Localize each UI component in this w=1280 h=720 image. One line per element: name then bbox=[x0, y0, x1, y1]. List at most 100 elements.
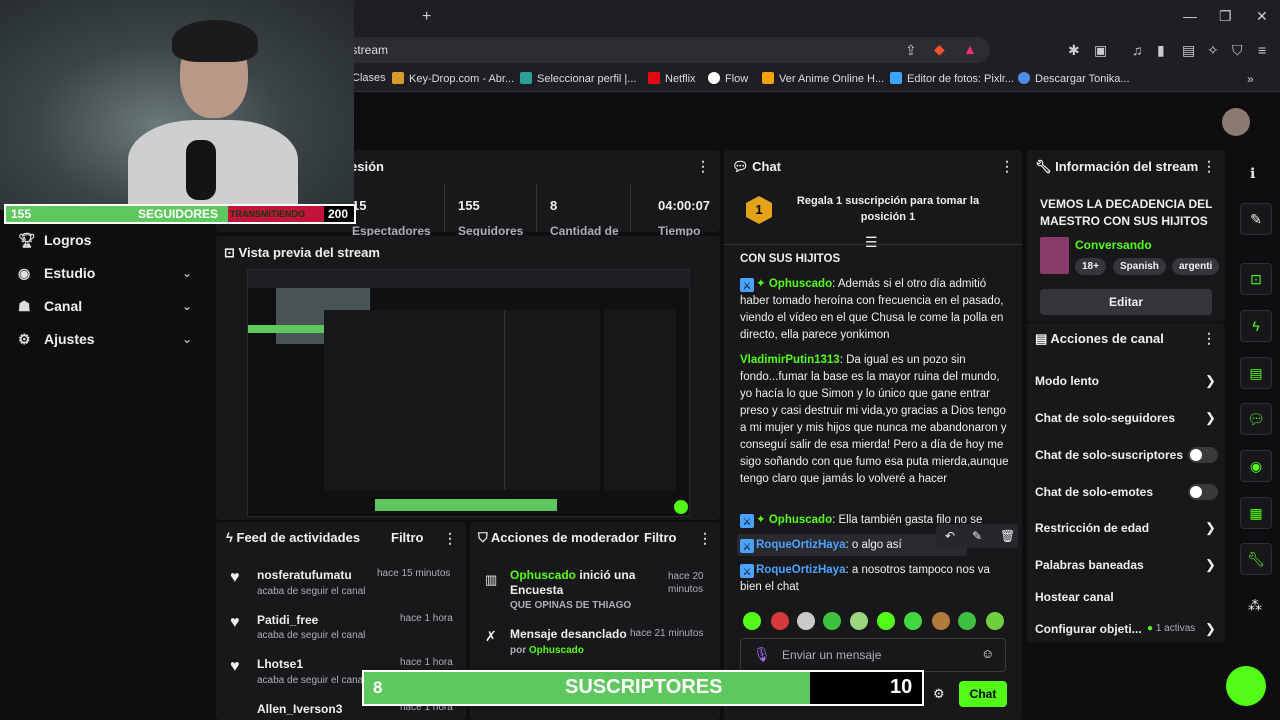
stream-category[interactable]: Conversando bbox=[1075, 238, 1152, 252]
emote-icon[interactable] bbox=[850, 612, 868, 630]
brave-shield-icon[interactable]: ◆ bbox=[934, 41, 945, 58]
support-button[interactable] bbox=[1226, 666, 1266, 706]
stream-preview[interactable] bbox=[247, 269, 690, 517]
age-restriction-row[interactable]: Restricción de edad bbox=[1035, 521, 1149, 535]
sidebar-icon[interactable]: ▮ bbox=[1157, 42, 1165, 59]
mod-user[interactable]: Ophuscado bbox=[510, 568, 576, 582]
bookmark-anime[interactable]: Ver Anime Online H... bbox=[762, 72, 884, 85]
emoji-icon[interactable]: ☺ bbox=[981, 646, 994, 661]
subs-only-toggle[interactable] bbox=[1188, 447, 1218, 463]
delete-icon[interactable]: 🗑︎ bbox=[1000, 529, 1015, 543]
slow-mode-row[interactable]: Modo lento bbox=[1035, 374, 1099, 388]
more-icon[interactable]: ⋮ bbox=[1000, 158, 1014, 175]
mod-detail-user[interactable]: Ophuscado bbox=[529, 645, 584, 656]
chat-icon[interactable]: 💬︎ bbox=[1240, 403, 1272, 435]
more-icon[interactable]: ⋮ bbox=[696, 158, 710, 175]
chat-user[interactable]: RoqueOrtizHaya bbox=[756, 564, 845, 576]
emote-icon[interactable] bbox=[958, 612, 976, 630]
pin-icon[interactable]: ✎ bbox=[972, 529, 982, 543]
feed-filter-button[interactable]: Filtro bbox=[391, 530, 424, 545]
bookmark-keydrop[interactable]: Key-Drop.com - Abr... bbox=[392, 72, 514, 85]
minimize-icon[interactable]: — bbox=[1183, 8, 1197, 24]
reply-icon[interactable]: ↶ bbox=[945, 529, 955, 543]
emote-icon[interactable] bbox=[743, 612, 761, 630]
modactions-filter-button[interactable]: Filtro bbox=[644, 530, 677, 545]
notes-icon[interactable]: ▤ bbox=[1240, 357, 1272, 389]
chat-user[interactable]: VladimirPutin1313 bbox=[740, 354, 840, 366]
edit-icon[interactable]: ✎ bbox=[1240, 203, 1272, 235]
wallet-icon[interactable]: ▤ bbox=[1182, 42, 1195, 59]
broadcast-icon[interactable]: ◉ bbox=[1240, 450, 1272, 482]
sidebar-item-canal[interactable]: ☗ Canal bbox=[18, 298, 82, 315]
extensions-icon[interactable]: ✱ bbox=[1068, 42, 1080, 59]
more-icon[interactable]: ⋮ bbox=[443, 530, 457, 547]
sidebar-item-logros[interactable]: 🏆︎ Logros bbox=[18, 232, 91, 249]
microphone-icon[interactable]: 🎙︎ bbox=[753, 646, 771, 663]
menu-icon[interactable]: ≡ bbox=[1258, 42, 1266, 58]
host-channel-row[interactable]: Hostear canal bbox=[1035, 590, 1114, 604]
new-tab-icon[interactable]: + bbox=[422, 8, 431, 26]
bolt-icon[interactable]: ϟ bbox=[1240, 310, 1272, 342]
music-icon[interactable]: ♫ bbox=[1132, 42, 1143, 58]
bookmark-tonika[interactable]: Descargar Tonika... bbox=[1018, 72, 1130, 85]
bookmark-flow[interactable]: Flow bbox=[708, 72, 748, 85]
chevron-right-icon[interactable]: ❯ bbox=[1205, 520, 1216, 536]
chevron-right-icon[interactable]: ❯ bbox=[1205, 621, 1216, 637]
feed-user[interactable]: Lhotse1 bbox=[257, 657, 303, 671]
emote-icon[interactable] bbox=[932, 612, 950, 630]
emote-icon[interactable] bbox=[986, 612, 1004, 630]
chevron-right-icon[interactable]: ❯ bbox=[1205, 410, 1216, 426]
avatar[interactable] bbox=[1222, 108, 1250, 136]
goals-row[interactable]: Configurar objeti... bbox=[1035, 622, 1142, 636]
sidebar-item-estudio[interactable]: ◉ Estudio bbox=[18, 265, 95, 282]
list-icon: ▤ bbox=[1035, 331, 1051, 346]
feed-user[interactable]: Allen_Iverson3 bbox=[257, 702, 342, 716]
more-icon[interactable]: ⋮ bbox=[698, 530, 712, 547]
chat-user[interactable]: Ophuscado bbox=[769, 514, 832, 526]
feed-user[interactable]: nosferatufumatu bbox=[257, 568, 352, 582]
bookmark-netflix[interactable]: Netflix bbox=[648, 72, 696, 85]
chevron-down-icon[interactable]: ⌄ bbox=[182, 266, 192, 280]
heart-icon: ♥ bbox=[230, 569, 240, 586]
actions-icon[interactable]: ▦ bbox=[1240, 497, 1272, 529]
share-icon[interactable]: ⇪ bbox=[905, 42, 917, 59]
bookmark-perfil[interactable]: Seleccionar perfil |... bbox=[520, 72, 636, 85]
preview-icon[interactable]: ⊡ bbox=[1240, 263, 1272, 295]
edit-button[interactable]: Editar bbox=[1040, 289, 1212, 315]
brave-rewards-icon[interactable]: ▲ bbox=[963, 41, 977, 57]
more-icon[interactable]: ⋮ bbox=[1202, 158, 1216, 175]
banned-words-row[interactable]: Palabras baneadas bbox=[1035, 558, 1144, 572]
feed-user[interactable]: Patidi_free bbox=[257, 613, 318, 627]
emote-icon[interactable] bbox=[877, 612, 895, 630]
emote-icon[interactable] bbox=[904, 612, 922, 630]
emote-icon[interactable] bbox=[823, 612, 841, 630]
chat-user[interactable]: RoqueOrtizHaya bbox=[756, 539, 845, 551]
chat-user[interactable]: Ophuscado bbox=[769, 278, 832, 290]
wrench-icon[interactable]: 🔧︎ bbox=[1240, 543, 1272, 575]
collapse-icon[interactable]: ☰ bbox=[865, 234, 878, 251]
more-icon[interactable]: ⋮ bbox=[1202, 330, 1216, 347]
vpn-icon[interactable]: ⛉ bbox=[1232, 42, 1243, 59]
chat-send-button[interactable]: Chat bbox=[959, 681, 1007, 707]
sidebar-item-ajustes[interactable]: ⚙ Ajustes bbox=[18, 331, 95, 348]
chevron-down-icon[interactable]: ⌄ bbox=[182, 299, 192, 313]
info-icon[interactable]: ℹ bbox=[1250, 165, 1255, 182]
chevron-down-icon[interactable]: ⌄ bbox=[182, 332, 192, 346]
emote-icon[interactable] bbox=[771, 612, 789, 630]
bookmark-pixlr[interactable]: Editor de fotos: Pixlr... bbox=[890, 72, 1014, 85]
close-window-icon[interactable]: ✕ bbox=[1256, 8, 1268, 25]
more-bookmarks-icon[interactable]: » bbox=[1247, 72, 1254, 86]
screenshot-icon[interactable]: ▣ bbox=[1094, 42, 1107, 59]
maximize-icon[interactable]: ❐ bbox=[1219, 8, 1232, 25]
chevron-right-icon[interactable]: ❯ bbox=[1205, 557, 1216, 573]
bookmark-clases[interactable]: Clases bbox=[352, 72, 386, 84]
chat-settings-icon[interactable]: ⚙ bbox=[933, 686, 945, 702]
address-bar[interactable] bbox=[290, 37, 990, 63]
gift-sub-prompt[interactable]: Regala 1 suscripción para tomar la posic… bbox=[790, 193, 986, 225]
emotes-only-toggle[interactable] bbox=[1188, 484, 1218, 500]
apps-icon[interactable]: ⁂ bbox=[1248, 597, 1262, 614]
emote-icon[interactable] bbox=[797, 612, 815, 630]
followers-only-row[interactable]: Chat de solo-seguidores bbox=[1035, 411, 1175, 425]
chevron-right-icon[interactable]: ❯ bbox=[1205, 373, 1216, 389]
ai-icon[interactable]: ✧ bbox=[1207, 42, 1219, 59]
